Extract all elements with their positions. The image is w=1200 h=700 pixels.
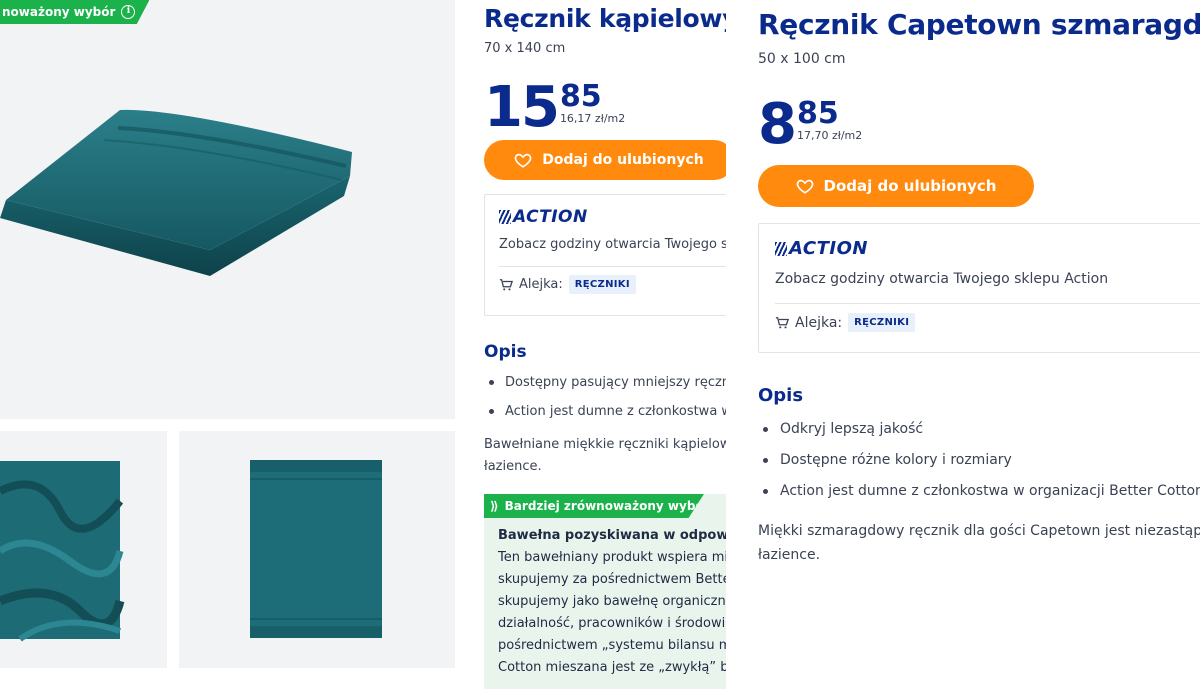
- list-item: Dostępny pasujący mniejszy ręczn: [484, 368, 726, 397]
- unit-price: 16,17 zł/m2: [559, 112, 626, 125]
- product-price: 15 85 16,17 zł/m2: [484, 80, 726, 136]
- price-decimal: 85: [559, 79, 602, 114]
- cart-icon: [499, 278, 513, 290]
- heart-icon: [514, 153, 532, 168]
- product-panel-bath-towel: Ręcznik kąpielowy 70 x 140 cm 15 85 16,1…: [484, 0, 726, 700]
- add-to-favorites-button[interactable]: Dodaj do ulubionych: [484, 140, 726, 180]
- sustainability-body: Bawełna pozyskiwana w odpowie Ten bawełn…: [484, 518, 726, 689]
- list-item: Dostępne różne kolory i rozmiary: [758, 445, 1200, 476]
- action-logo: ACTION: [499, 207, 726, 227]
- price-decimal: 85: [796, 96, 839, 131]
- feature-list: Odkryj lepszą jakość Dostępne różne kolo…: [758, 414, 1200, 507]
- product-price: 8 85 17,70 zł/m2: [758, 97, 1200, 153]
- action-logo: ACTION: [775, 238, 1200, 259]
- list-item: Action jest dumne z członkostwa w organi…: [758, 476, 1200, 507]
- add-to-favorites-button[interactable]: Dodaj do ulubionych: [758, 165, 1034, 207]
- description-heading: Opis: [484, 342, 527, 362]
- sustainable-choice-badge: noważony wybór i: [0, 0, 150, 24]
- list-item: Odkryj lepszą jakość: [758, 414, 1200, 445]
- feature-list: Dostępny pasujący mniejszy ręczn Action …: [484, 368, 726, 426]
- list-item: Action jest dumne z członkostwa w: [484, 397, 726, 426]
- product-title: Ręcznik Capetown szmaragd: [758, 8, 1200, 41]
- towel-closeup-illustration: [0, 461, 125, 642]
- thumbnail-towel-closeup[interactable]: [0, 431, 167, 668]
- aisle-label: Alejka:: [519, 277, 563, 292]
- store-info-box: ACTION Zobacz godziny otwarcia Twojego s…: [484, 194, 726, 316]
- badge-label: noważony wybór: [2, 5, 116, 19]
- price-integer: 15: [484, 75, 560, 140]
- info-icon[interactable]: i: [121, 5, 136, 19]
- product-description: Miękki szmaragdowy ręcznik dla gości Cap…: [758, 523, 1200, 563]
- cart-icon: [775, 316, 789, 328]
- sustainability-title: Bawełna pozyskiwana w odpowie: [498, 528, 726, 543]
- store-hours-link[interactable]: Zobacz godziny otwarcia Twojego sklepu A…: [775, 271, 1200, 287]
- sustainability-box: ⟫ Bardziej zrównoważony wybór Bawełna po…: [484, 494, 726, 689]
- product-description: Bawełniane miękkie ręczniki kąpielow łaz…: [484, 437, 726, 474]
- folded-towel-illustration: [0, 109, 352, 276]
- thumbnail-towel-flat[interactable]: [179, 431, 455, 668]
- product-title: Ręcznik kąpielowy: [484, 4, 726, 33]
- product-panel-capetown-towel: Ręcznik Capetown szmaragd 50 x 100 cm 8 …: [758, 0, 1200, 700]
- aisle-tag[interactable]: RĘCZNIKI: [848, 313, 916, 332]
- divider: [775, 303, 1200, 304]
- description-heading: Opis: [758, 385, 804, 406]
- aisle-label: Alejka:: [795, 314, 843, 331]
- store-info-box: ACTION Zobacz godziny otwarcia Twojego s…: [758, 223, 1200, 353]
- divider: [499, 266, 726, 267]
- main-product-image[interactable]: noważony wybór i: [0, 0, 455, 419]
- aisle-tag[interactable]: RĘCZNIKI: [568, 275, 636, 294]
- product-size: 70 x 140 cm: [484, 41, 566, 56]
- chevrons-icon: ⟫: [490, 499, 499, 513]
- heart-icon: [796, 179, 813, 194]
- favorites-label: Dodaj do ulubionych: [542, 152, 704, 168]
- towel-flat-illustration: [250, 460, 382, 638]
- price-integer: 8: [758, 92, 797, 157]
- unit-price: 17,70 zł/m2: [796, 129, 863, 142]
- favorites-label: Dodaj do ulubionych: [823, 177, 997, 195]
- product-size: 50 x 100 cm: [758, 51, 846, 67]
- store-hours-link[interactable]: Zobacz godziny otwarcia Twojego s: [499, 237, 726, 252]
- aisle-row: Alejka: RĘCZNIKI: [775, 313, 1200, 332]
- sustainability-header: ⟫ Bardziej zrównoważony wybór: [484, 494, 704, 518]
- aisle-row: Alejka: RĘCZNIKI: [499, 275, 726, 294]
